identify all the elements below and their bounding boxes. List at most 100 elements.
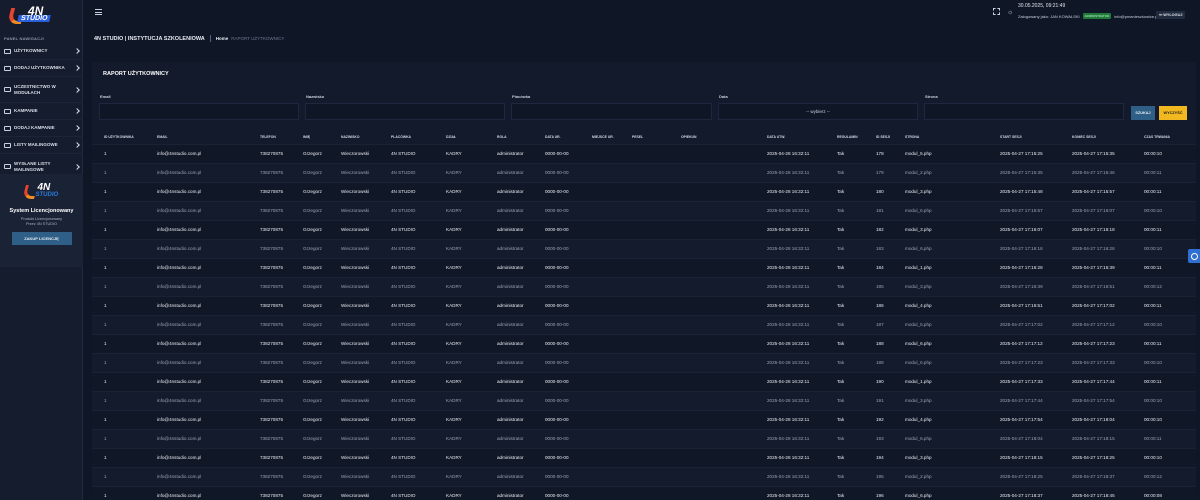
table-cell: 2025-04-27 17:17:02 xyxy=(1072,303,1115,308)
hamburger-menu-icon[interactable] xyxy=(95,9,102,15)
table-cell: modul_1.php xyxy=(905,265,932,270)
table-cell: 2025-04-27 17:17:44 xyxy=(1000,398,1043,403)
sidebar-item-add-user[interactable]: DODAJ UŻYTKOWNIKA xyxy=(0,60,83,77)
theme-toggle-icon[interactable]: ☼ xyxy=(1007,9,1013,16)
table-cell: Wieczorowski xyxy=(341,379,370,384)
clear-button[interactable]: WYCZYŚĆ xyxy=(1159,106,1187,120)
table-cell: Wieczorowski xyxy=(341,322,370,327)
column-header[interactable]: PLACÓWKA xyxy=(391,135,411,139)
column-header[interactable]: REGULAMIN xyxy=(837,135,858,139)
table-cell: 2025-04-27 17:18:37 xyxy=(1000,493,1043,498)
table-cell: Grzegorz xyxy=(303,151,322,156)
column-header[interactable]: DZIAŁ xyxy=(446,135,456,139)
table-cell: 1 xyxy=(104,474,107,479)
table-cell: 2025-04-27 17:18:15 xyxy=(1072,436,1115,441)
table-cell: administrator xyxy=(497,170,524,175)
table-cell: info@4nstudio.com.pl xyxy=(157,303,202,308)
table-cell: Grzegorz xyxy=(303,208,322,213)
column-header[interactable]: DATA UR. xyxy=(545,135,561,139)
fullscreen-icon[interactable] xyxy=(993,8,1000,15)
table-cell: 1 xyxy=(104,170,107,175)
table-cell: 00:00:12 xyxy=(1144,474,1162,479)
sidebar-item-module-participation[interactable]: UCZESTNICTWO W MODUŁACH xyxy=(0,77,83,103)
table-cell: 2025-04-27 17:16:18 xyxy=(1000,246,1043,251)
column-header[interactable]: NAZWISKO xyxy=(341,135,359,139)
table-cell: 00:00:11 xyxy=(1144,379,1162,384)
table-cell: 1 xyxy=(104,493,107,498)
monitor-icon xyxy=(4,87,11,92)
surname-filter-label: Nazwisko xyxy=(306,94,325,99)
column-header[interactable]: EMAIL xyxy=(157,135,168,139)
column-header[interactable]: ROLA xyxy=(497,135,507,139)
table-cell: modul_1.php xyxy=(905,379,932,384)
column-header[interactable]: STRONA xyxy=(905,135,919,139)
table-cell: 00:00:10 xyxy=(1144,398,1162,403)
table-cell: 2025-04-27 17:16:28 xyxy=(1072,246,1115,251)
column-header[interactable]: MIEJSCE UR. xyxy=(592,135,614,139)
logout-button[interactable]: ⇦ WYLOGUJ xyxy=(1156,11,1186,19)
table-cell: 2025-04-27 17:15:35 xyxy=(1072,151,1115,156)
sidebar-item-mailing-lists[interactable]: LISTY MAILINGOWE xyxy=(0,137,83,154)
column-header[interactable]: TELEFON xyxy=(260,135,276,139)
table-cell: 4N STUDIO xyxy=(391,284,416,289)
sidebar-item-add-campaign[interactable]: DODAJ KAMPANIE xyxy=(0,120,83,137)
table-cell: Wieczorowski xyxy=(341,246,370,251)
table-cell: modul_4.php xyxy=(905,303,932,308)
table-cell: KADRY xyxy=(446,360,462,365)
branch-filter-input[interactable] xyxy=(511,103,712,120)
table-cell: modul_3.php xyxy=(905,189,932,194)
table-row: 1 info@4nstudio.com.pl 738270875 Grzegorz Wi… xyxy=(92,239,1196,258)
table-cell: administrator xyxy=(497,436,524,441)
table-cell: modul_3.php xyxy=(905,398,932,403)
page-filter-input[interactable] xyxy=(924,103,1124,120)
app-root: 4N STUDIO PANEL NAWIGACJI UŻYTKOWNICY DO… xyxy=(0,0,1200,500)
table-cell: Tak xyxy=(837,284,845,289)
column-header[interactable]: DATA UTW. xyxy=(767,135,785,139)
sidebar-item-users[interactable]: UŻYTKOWNICY xyxy=(0,43,83,60)
table-cell: 738270875 xyxy=(260,151,283,156)
table-cell: Wieczorowski xyxy=(341,398,370,403)
monitor-icon xyxy=(4,164,11,169)
buy-license-button[interactable]: ZAKUP LICENCJĘ xyxy=(11,232,72,245)
table-cell: administrator xyxy=(497,455,524,460)
table-cell: 738270875 xyxy=(260,208,283,213)
email-filter-input[interactable] xyxy=(99,103,299,120)
breadcrumb-home-link[interactable]: Home xyxy=(216,36,229,41)
table-cell: KADRY xyxy=(446,265,462,270)
column-header[interactable]: KONIEC SESJI xyxy=(1072,135,1096,139)
settings-float-button[interactable] xyxy=(1188,249,1200,263)
table-cell: 2025-04-27 17:18:04 xyxy=(1000,436,1043,441)
table-body: 1 info@4nstudio.com.pl 738270875 Grzegorz Wi… xyxy=(92,144,1196,500)
table-cell: Wieczorowski xyxy=(341,341,370,346)
table-row: 1 info@4nstudio.com.pl 738270875 Grzegorz Wi… xyxy=(92,334,1196,353)
date-filter-select[interactable]: -- wybierz -- xyxy=(718,103,918,120)
column-header[interactable]: ID UŻYTKOWNIKA xyxy=(104,135,134,139)
license-logo-word: STUDIO xyxy=(35,192,59,198)
table-cell: 4N STUDIO xyxy=(391,341,416,346)
table-cell: Grzegorz xyxy=(303,341,322,346)
search-button[interactable]: SZUKAJ xyxy=(1131,106,1155,120)
logout-icon: ⇦ xyxy=(1159,13,1163,17)
branch-filter-label: Placówka xyxy=(512,94,531,99)
table-cell: 0000-00-00 xyxy=(545,151,569,156)
table-cell: 00:00:10 xyxy=(1144,246,1162,251)
table-cell: info@4nstudio.com.pl xyxy=(157,341,202,346)
table-cell: Tak xyxy=(837,474,845,479)
column-header[interactable]: CZAS TRWANIA xyxy=(1144,135,1170,139)
brand-logo[interactable]: 4N STUDIO xyxy=(6,4,56,26)
table-cell: administrator xyxy=(497,246,524,251)
table-cell: 179 xyxy=(876,170,884,175)
column-header[interactable]: OPIEKUN xyxy=(681,135,696,139)
column-header[interactable]: IMIĘ xyxy=(303,135,310,139)
sidebar-item-campaigns[interactable]: KAMPANIE xyxy=(0,103,83,120)
table-cell: 738270875 xyxy=(260,227,283,232)
table-cell: Wieczorowski xyxy=(341,474,370,479)
table-cell: 196 xyxy=(876,493,884,498)
chevron-right-icon xyxy=(74,163,80,170)
monitor-icon xyxy=(4,125,11,131)
table-cell: 738270875 xyxy=(260,436,283,441)
column-header[interactable]: ID SESJI xyxy=(876,135,890,139)
column-header[interactable]: START SESJI xyxy=(1000,135,1022,139)
surname-filter-input[interactable] xyxy=(305,103,505,120)
column-header[interactable]: PESEL xyxy=(632,135,643,139)
